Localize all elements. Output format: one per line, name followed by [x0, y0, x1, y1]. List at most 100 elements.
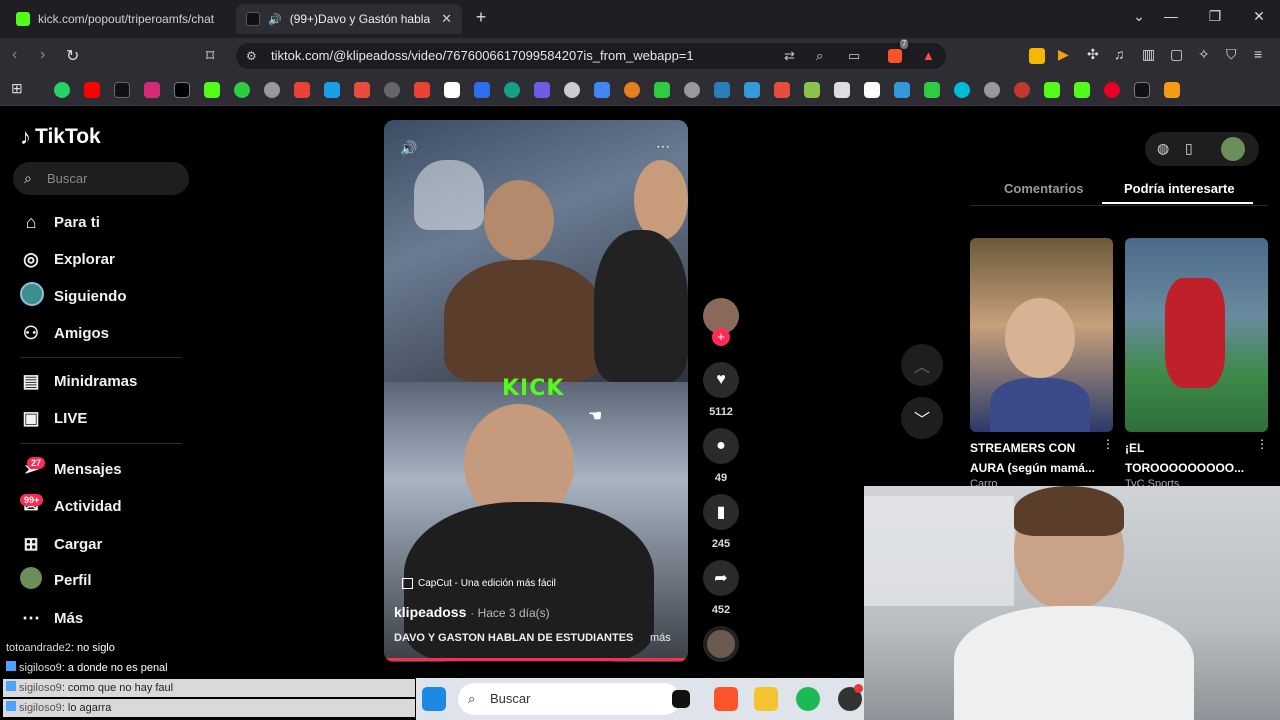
nav-perfil[interactable]: Perfil: [20, 566, 92, 594]
docs-bookmark-icon[interactable]: [744, 82, 760, 98]
extension-wallet-icon[interactable]: [1029, 48, 1045, 64]
bookmark-icon-16[interactable]: [504, 82, 520, 98]
previous-video-button[interactable]: ︿: [901, 344, 943, 386]
brave-taskbar-icon[interactable]: [714, 687, 738, 711]
bookmark-icon[interactable]: ⌑: [206, 46, 214, 66]
tab-kick-chat[interactable]: kick.com/popout/triperoamfs/chat: [6, 4, 234, 34]
steam-bookmark-icon[interactable]: [324, 82, 340, 98]
bookmark-icon-38[interactable]: [1164, 82, 1180, 98]
kick2-bookmark-icon[interactable]: [1044, 82, 1060, 98]
reload-icon[interactable]: ↻: [66, 46, 79, 66]
drive-bookmark-icon[interactable]: [594, 82, 610, 98]
bookmark-icon-17[interactable]: [534, 82, 550, 98]
extension-play-icon[interactable]: ▶: [1058, 46, 1074, 62]
youtube-bookmark-icon[interactable]: [84, 82, 100, 98]
suggested-title[interactable]: STREAMERS CON AURA (según mamá...: [970, 438, 1105, 478]
bookmark-icon-15[interactable]: [474, 82, 490, 98]
minimize-button[interactable]: —: [1156, 8, 1186, 24]
nav-siguiendo[interactable]: Siguiendo: [20, 281, 127, 310]
more-link[interactable]: más: [650, 632, 671, 644]
stats-bookmark-icon[interactable]: [354, 82, 370, 98]
comment-button[interactable]: ● 49: [703, 428, 739, 484]
video-progress-bar[interactable]: [384, 658, 688, 661]
bookmark-icon-31[interactable]: [954, 82, 970, 98]
nav-cargar[interactable]: ⊞ Cargar: [20, 530, 102, 558]
pinterest-bookmark-icon[interactable]: [1104, 82, 1120, 98]
sidebar-toggle-icon[interactable]: ▥: [1142, 46, 1158, 62]
leo-ai-icon[interactable]: ✧: [1198, 46, 1214, 62]
spotify-icon[interactable]: [796, 687, 820, 711]
new-tab-button[interactable]: +: [466, 7, 496, 28]
search-input[interactable]: ⌕ Buscar: [13, 162, 189, 195]
bookmark-icon-27[interactable]: [834, 82, 850, 98]
suggested-video-thumb[interactable]: [1125, 238, 1268, 432]
bookmark-icon-21[interactable]: [654, 82, 670, 98]
download2-bookmark-icon[interactable]: [804, 82, 820, 98]
close-tab-icon[interactable]: ✕: [441, 11, 452, 27]
download-bookmark-icon[interactable]: [774, 82, 790, 98]
paypal-bookmark-icon[interactable]: [714, 82, 730, 98]
bookmark-icon-20[interactable]: [624, 82, 640, 98]
sound-disc[interactable]: [703, 626, 739, 662]
avatar[interactable]: [1221, 137, 1245, 161]
nav-mas[interactable]: ⋯ Más: [20, 604, 83, 632]
follow-plus-icon[interactable]: +: [712, 328, 730, 346]
bookmark-icon-29[interactable]: [894, 82, 910, 98]
close-window-button[interactable]: ✕: [1244, 8, 1274, 25]
bookmark-icon-14[interactable]: [444, 82, 460, 98]
more-options-icon[interactable]: ⋮: [1102, 437, 1114, 451]
bookmark-icon-22[interactable]: [684, 82, 700, 98]
taskbar-search-input[interactable]: ⌕ Buscar: [458, 683, 680, 715]
bookmark-icon-37[interactable]: [1134, 82, 1150, 98]
cast-icon[interactable]: ▭: [848, 43, 860, 69]
site-settings-icon[interactable]: ⚙: [246, 43, 257, 69]
kick3-bookmark-icon[interactable]: [1074, 82, 1090, 98]
tab-podria-interesarte[interactable]: Podría interesarte: [1124, 181, 1235, 196]
back-icon[interactable]: ‹: [12, 46, 17, 64]
bookmark-icon-30[interactable]: [924, 82, 940, 98]
like-button[interactable]: ♥ 5112: [703, 362, 739, 418]
nav-explorar[interactable]: ◎ Explorar: [20, 245, 115, 273]
gmail2-bookmark-icon[interactable]: [414, 82, 430, 98]
zoom-icon[interactable]: ⌕: [816, 43, 823, 69]
bookmark-icon-7[interactable]: [234, 82, 250, 98]
address-input[interactable]: ⚙ tiktok.com/@klipeadoss/video/767600661…: [236, 39, 946, 69]
share-button[interactable]: ➦ 452: [703, 560, 739, 616]
compass-icon[interactable]: ◍: [1157, 140, 1169, 157]
tiktok-logo[interactable]: ♪ TikTok: [20, 124, 101, 150]
bookmark-icon-8[interactable]: [264, 82, 280, 98]
wallet-icon[interactable]: ▢: [1170, 46, 1186, 62]
phone-icon[interactable]: ▯: [1185, 140, 1193, 157]
brave-shield-icon[interactable]: [888, 49, 902, 63]
nav-amigos[interactable]: ⚇ Amigos: [20, 319, 109, 347]
nav-live[interactable]: ▣ LIVE: [20, 404, 87, 432]
next-video-button[interactable]: ﹀: [901, 397, 943, 439]
x-bookmark-icon[interactable]: [174, 82, 190, 98]
video-player[interactable]: 🔊 ⋯ KICK CapCut - Una edición más fácil …: [384, 120, 688, 662]
kick-bookmark-icon[interactable]: [204, 82, 220, 98]
github-bookmark-icon[interactable]: [384, 82, 400, 98]
video-author[interactable]: klipeadoss · Hace 3 día(s): [394, 604, 550, 620]
file-explorer-icon[interactable]: [754, 687, 778, 711]
translate-icon[interactable]: ⇄: [784, 43, 795, 69]
capcut-label[interactable]: CapCut - Una edición más fácil: [402, 578, 556, 589]
tab-tiktok-video[interactable]: 🔊 (99+)Davo y Gastón hablan d ✕: [236, 4, 462, 34]
suggested-video-thumb[interactable]: [970, 238, 1113, 432]
instagram-bookmark-icon[interactable]: [144, 82, 160, 98]
tab-comentarios[interactable]: Comentarios: [1004, 181, 1083, 196]
bookmark-icon-33[interactable]: [1014, 82, 1030, 98]
media-icon[interactable]: ♫: [1114, 46, 1130, 62]
tab-search-chevron-icon[interactable]: ⌄: [1124, 8, 1154, 25]
bookmark-icon-32[interactable]: [984, 82, 1000, 98]
creator-avatar[interactable]: +: [703, 298, 739, 346]
whatsapp-bookmark-icon[interactable]: [54, 82, 70, 98]
volume-icon[interactable]: 🔊: [400, 140, 417, 157]
extensions-puzzle-icon[interactable]: ✣: [1087, 46, 1103, 62]
maximize-button[interactable]: ❐: [1200, 8, 1230, 25]
more-options-icon[interactable]: ⋮: [1256, 437, 1268, 451]
forward-icon[interactable]: ›: [40, 46, 45, 64]
start-icon[interactable]: [422, 687, 446, 711]
save-button[interactable]: ▮ 245: [703, 494, 739, 550]
nav-minidramas[interactable]: ▤ Minidramas: [20, 367, 137, 395]
menu-icon[interactable]: ≡: [1254, 46, 1270, 62]
